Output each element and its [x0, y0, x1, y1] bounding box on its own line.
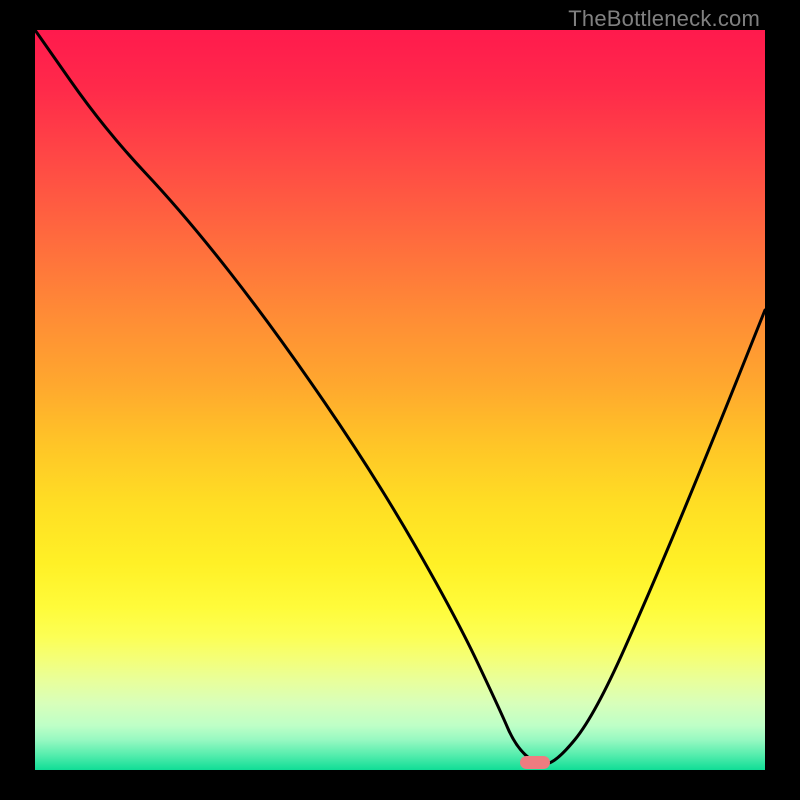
plot-area — [35, 30, 765, 770]
optimal-marker — [520, 756, 550, 769]
chart-container: TheBottleneck.com — [0, 0, 800, 800]
watermark-text: TheBottleneck.com — [568, 6, 760, 32]
curve-path — [35, 30, 765, 764]
bottleneck-curve — [35, 30, 765, 770]
